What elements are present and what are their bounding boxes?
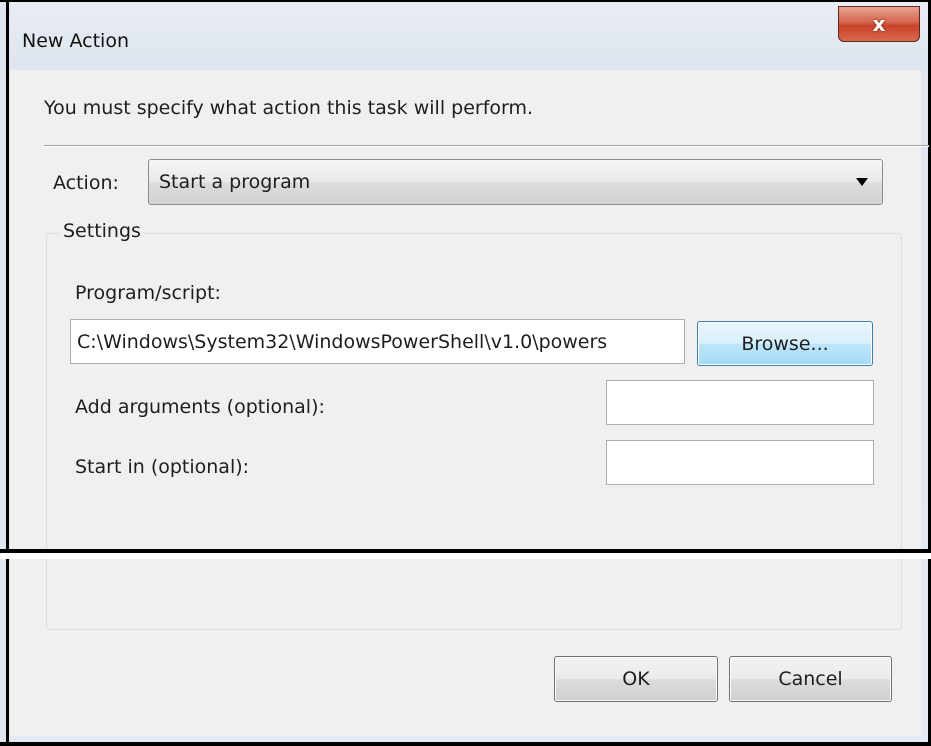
settings-legend: Settings xyxy=(60,220,144,242)
program-script-value: C:\Windows\System32\WindowsPowerShell\v1… xyxy=(77,331,608,353)
browse-button[interactable]: Browse... xyxy=(697,321,873,366)
frame-edge-left xyxy=(6,0,9,746)
frame-edge-top xyxy=(0,0,931,2)
program-script-label: Program/script: xyxy=(75,282,221,304)
start-in-input[interactable] xyxy=(606,440,874,485)
action-dropdown[interactable]: Start a program xyxy=(148,159,883,205)
arguments-label: Add arguments (optional): xyxy=(75,396,325,418)
action-dropdown-value: Start a program xyxy=(159,171,311,193)
window-title: New Action xyxy=(22,30,129,52)
action-label: Action: xyxy=(53,172,119,194)
ok-button[interactable]: OK xyxy=(554,656,718,702)
start-in-label: Start in (optional): xyxy=(75,456,250,478)
cancel-button[interactable]: Cancel xyxy=(729,656,892,702)
close-button[interactable]: x xyxy=(838,6,920,42)
close-icon: x xyxy=(872,12,886,36)
instruction-text: You must specify what action this task w… xyxy=(44,97,534,119)
title-bar[interactable]: New Action xyxy=(10,10,931,70)
arguments-input[interactable] xyxy=(606,380,874,425)
header-separator xyxy=(44,145,929,147)
screenshot-splice-gap xyxy=(0,553,931,559)
program-script-input[interactable]: C:\Windows\System32\WindowsPowerShell\v1… xyxy=(70,319,685,364)
chevron-down-icon xyxy=(856,178,868,186)
frame-edge-bottom xyxy=(0,742,931,746)
